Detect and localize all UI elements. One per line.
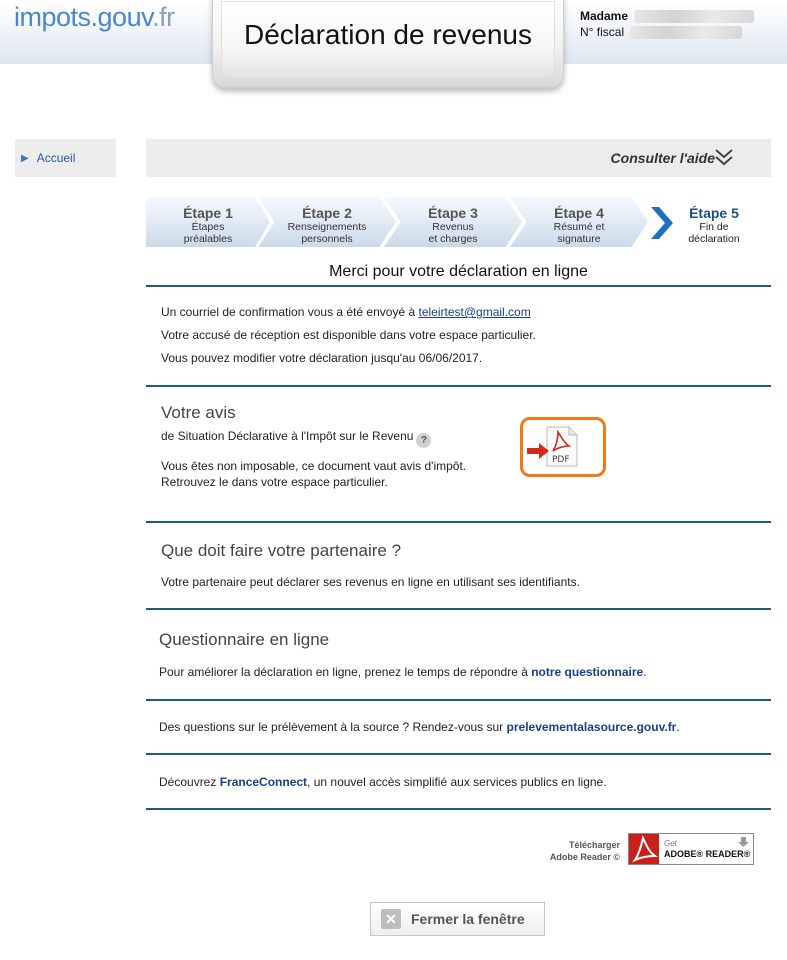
close-window-label: Fermer la fenêtre	[411, 911, 525, 927]
avis-retrouvez: Retrouvez le dans votre espace particuli…	[161, 475, 388, 489]
prelevement-end: .	[676, 720, 680, 734]
franceconnect-line: Découvrez FranceConnect, un nouvel accès…	[159, 771, 607, 793]
divider	[146, 285, 771, 287]
help-icon[interactable]: ?	[416, 433, 432, 448]
questionnaire-title: Questionnaire en ligne	[159, 630, 330, 649]
triangle-right-icon: ▶	[21, 152, 29, 164]
sidebar-item-label: Accueil	[36, 151, 76, 165]
user-info: Madame N° fiscal	[580, 8, 755, 40]
prelevement-line: Des questions sur le prélèvement à la so…	[159, 716, 680, 738]
pdf-label: PDF	[552, 455, 570, 465]
step-sub: Étapes	[191, 221, 225, 233]
adobe-label-line1: Télécharger	[568, 840, 620, 850]
logo-main: impots	[14, 2, 91, 32]
divider	[146, 608, 771, 610]
step-title: Étape 5	[689, 205, 739, 221]
email-text: Un courriel de confirmation vous a été e…	[161, 305, 419, 319]
adobe-get: Get	[664, 839, 678, 848]
user-label: Madame	[580, 9, 629, 23]
help-label: Consulter l'aide	[610, 150, 715, 166]
step-sub: et charges	[428, 233, 478, 245]
pdf-download-button[interactable]: PDF	[520, 417, 606, 477]
adobe-reader-badge: Get ADOBE® READER®	[629, 834, 751, 864]
step-5-active: Étape 5 Fin de déclaration	[651, 197, 771, 247]
confirmation-email-line: Un courriel de confirmation vous a été e…	[161, 301, 531, 323]
double-chevron-down-icon[interactable]	[714, 147, 734, 167]
page-title: Déclaration de revenus	[244, 19, 532, 50]
step-sub: Renseignements	[287, 221, 367, 233]
avis-subtitle: de Situation Déclarative à l'Impôt sur l…	[161, 429, 414, 443]
divider	[146, 385, 771, 387]
sidebar-item-accueil[interactable]: ▶ Accueil	[15, 139, 116, 177]
receipt-line: Votre accusé de réception est disponible…	[161, 328, 536, 342]
adobe-download-label: Télécharger Adobe Reader ©	[544, 839, 620, 863]
step-sub: déclaration	[688, 233, 740, 245]
questionnaire-text: Pour améliorer la déclaration en ligne, …	[159, 665, 532, 679]
step-sub: Revenus	[432, 221, 474, 233]
get-adobe-reader-button[interactable]: Get ADOBE® READER®	[628, 833, 754, 865]
help-bar[interactable]: Consulter l'aide	[146, 139, 771, 177]
franceconnect-text: Découvrez	[159, 775, 220, 789]
franceconnect-end: , un nouvel accès simplifié aux services…	[307, 775, 607, 789]
impots-logo[interactable]: impots.gouv.fr	[14, 2, 175, 33]
prelevement-text: Des questions sur le prélèvement à la so…	[159, 720, 507, 734]
step-title: Étape 4	[554, 205, 604, 221]
questionnaire-end: .	[643, 665, 647, 679]
confirmation-heading: Merci pour votre déclaration en ligne	[329, 263, 588, 280]
step-2: Étape 2 Renseignements personnels	[258, 197, 396, 247]
divider	[146, 753, 771, 755]
avis-subtitle-line: de Situation Déclarative à l'Impôt sur l…	[161, 425, 432, 448]
questionnaire-link[interactable]: notre questionnaire	[531, 665, 643, 679]
step-4: Étape 4 Résumé et signature	[510, 197, 648, 247]
franceconnect-link[interactable]: FranceConnect	[220, 775, 307, 789]
step-sub: personnels	[301, 233, 353, 245]
logo-gouv: .gouv	[90, 2, 153, 32]
adobe-label-line2: Adobe Reader ©	[549, 852, 620, 862]
close-window-button[interactable]: ✕ Fermer la fenêtre	[370, 902, 545, 936]
avis-title: Votre avis	[161, 403, 236, 422]
step-title: Étape 1	[183, 205, 233, 221]
avis-non-imposable: Vous êtes non imposable, ce document vau…	[161, 459, 467, 473]
redacted-fiscal-number	[630, 25, 743, 39]
step-sub: Résumé et	[553, 221, 605, 233]
step-sub: préalables	[183, 233, 233, 245]
fiscal-label: N° fiscal	[580, 25, 625, 39]
divider	[146, 521, 771, 523]
step-sub: signature	[557, 233, 601, 245]
partenaire-title: Que doit faire votre partenaire ?	[161, 541, 402, 560]
close-icon: ✕	[381, 909, 401, 929]
step-title: Étape 3	[428, 205, 478, 221]
step-1: Étape 1 Étapes préalables	[146, 197, 270, 247]
divider	[146, 808, 771, 810]
modify-line: Vous pouvez modifier votre déclaration j…	[161, 351, 483, 365]
progress-steps: Étape 1 Étapes préalables Étape 2 Rensei…	[146, 197, 771, 247]
redacted-name	[634, 9, 755, 23]
chevron-right-icon	[651, 207, 673, 239]
step-sub: Fin de	[699, 221, 729, 233]
title-panel: Déclaration de revenus	[212, 0, 564, 88]
pdf-icon: PDF	[527, 426, 578, 467]
step-3: Étape 3 Revenus et charges	[384, 197, 522, 247]
divider	[146, 699, 771, 701]
email-link[interactable]: teleirtest@gmail.com	[418, 305, 530, 319]
logo-tld: .fr	[152, 2, 175, 32]
step-title: Étape 2	[302, 205, 352, 221]
questionnaire-line: Pour améliorer la déclaration en ligne, …	[159, 661, 647, 683]
adobe-reader-text: ADOBE® READER®	[664, 849, 751, 859]
prelevement-link[interactable]: prelevementalasource.gouv.fr	[507, 720, 677, 734]
partenaire-text: Votre partenaire peut déclarer ses reven…	[161, 575, 580, 589]
